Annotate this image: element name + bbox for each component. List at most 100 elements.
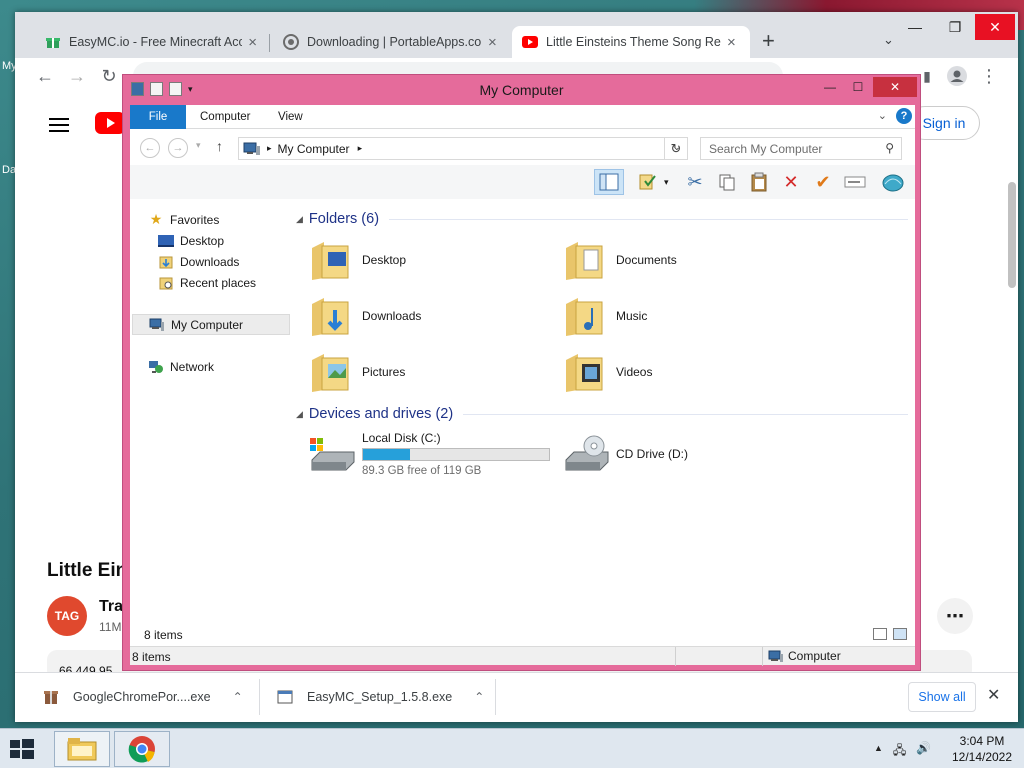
folder-videos[interactable]: Videos	[564, 347, 804, 397]
rename-icon[interactable]	[840, 169, 870, 195]
dropdown-arrow-icon[interactable]: ▾	[664, 177, 669, 188]
taskbar-file-explorer[interactable]	[54, 731, 110, 767]
folder-pictures[interactable]: Pictures	[310, 347, 550, 397]
tab-easymc[interactable]: EasyMC.io - Free Minecraft Acco ×	[35, 26, 267, 58]
folders-group-header[interactable]: ◢ Folders (6)	[296, 209, 908, 229]
cut-icon[interactable]: ✂	[680, 169, 710, 195]
chevron-up-icon[interactable]: ⌃	[474, 690, 484, 704]
tab-search-icon[interactable]: ⌄	[883, 32, 894, 48]
tab-youtube[interactable]: Little Einsteins Theme Song Rem ×	[512, 26, 750, 58]
show-all-button[interactable]: Show all	[908, 682, 976, 712]
details-view-icon[interactable]	[873, 628, 887, 640]
close-window-button[interactable]: ✕	[975, 14, 1015, 40]
explorer-close-button[interactable]: ✕	[873, 77, 917, 97]
chevron-right-icon[interactable]: ▸	[267, 143, 272, 154]
start-button[interactable]	[6, 736, 36, 762]
tab-computer[interactable]: Computer	[186, 105, 265, 129]
youtube-logo[interactable]	[95, 112, 125, 134]
collapse-icon[interactable]: ◢	[296, 409, 303, 420]
tab-title: Little Einsteins Theme Song Rem	[546, 35, 721, 49]
download-separator	[495, 679, 496, 715]
nav-my-computer[interactable]: My Computer	[132, 314, 290, 335]
refresh-icon[interactable]: ↻	[664, 137, 688, 160]
up-arrow-icon[interactable]: ↑	[216, 138, 223, 154]
explorer-title: My Computer	[479, 82, 564, 98]
videos-folder-icon	[564, 350, 608, 394]
search-input[interactable]: Search My Computer ⚲	[700, 137, 902, 160]
explorer-window: ▾ My Computer — ☐ ✕ File Computer View ⌄…	[122, 74, 921, 671]
help-icon[interactable]: ?	[896, 108, 912, 124]
download-separator	[259, 679, 260, 715]
channel-name[interactable]: Tra	[99, 598, 123, 616]
close-tab-icon[interactable]: ×	[488, 34, 497, 51]
back-icon[interactable]: ←	[33, 64, 57, 88]
channel-avatar[interactable]: TAG	[47, 596, 87, 636]
system-clock[interactable]: 3:04 PM 12/14/2022	[950, 733, 1014, 765]
large-icons-view-icon[interactable]	[893, 628, 907, 640]
maximize-button[interactable]: ❐	[935, 14, 975, 40]
desktop-icon	[158, 234, 174, 248]
download-item[interactable]: EasyMC_Setup_1.5.8.exe ⌃	[277, 681, 484, 713]
download-item[interactable]: GoogleChromePor....exe ⌃	[43, 681, 243, 713]
chrome-menu-icon[interactable]: ⋮	[977, 64, 1001, 88]
profile-avatar-icon[interactable]	[945, 64, 969, 88]
close-downloads-icon[interactable]: ✕	[987, 685, 1000, 705]
volume-icon[interactable]: 🔊	[916, 741, 931, 762]
explorer-minimize-button[interactable]: —	[815, 77, 845, 97]
close-tab-icon[interactable]: ×	[248, 34, 257, 51]
clock-time: 3:04 PM	[959, 734, 1005, 748]
address-bar[interactable]: ▸ My Computer ▸ ⌄	[238, 137, 688, 160]
new-tab-button[interactable]: +	[762, 30, 775, 52]
tab-file[interactable]: File	[130, 105, 186, 129]
forward-icon[interactable]: →	[168, 138, 188, 158]
folder-downloads[interactable]: Downloads	[310, 291, 550, 341]
preview-pane-icon[interactable]	[594, 169, 624, 195]
page-scrollbar[interactable]	[1008, 182, 1016, 288]
hard-drive-icon	[308, 434, 356, 474]
recent-locations-icon[interactable]: ▾	[196, 140, 201, 151]
folder-music[interactable]: Music	[564, 291, 804, 341]
tab-view[interactable]: View	[264, 105, 317, 129]
taskbar-chrome[interactable]	[114, 731, 170, 767]
close-tab-icon[interactable]: ×	[727, 34, 736, 51]
nav-favorites[interactable]: ★ Favorites	[148, 209, 306, 230]
navigation-row: ← → ▾ ↑ ▸ My Computer ▸ ⌄ ↻ Search My Co…	[130, 129, 915, 165]
collapse-icon[interactable]: ◢	[296, 214, 303, 225]
show-hidden-icons-icon[interactable]: ▲	[874, 743, 883, 762]
explorer-titlebar[interactable]: ▾ My Computer — ☐ ✕	[123, 75, 920, 105]
downloads-folder-icon	[310, 294, 354, 338]
chevron-up-icon[interactable]: ⌃	[233, 690, 243, 704]
nav-recent-places[interactable]: Recent places	[158, 272, 316, 293]
desktop-icon-label-2[interactable]: Da	[2, 164, 16, 176]
reload-icon[interactable]: ↻	[97, 64, 121, 88]
copy-icon[interactable]	[712, 169, 742, 195]
tab-portableapps[interactable]: Downloading | PortableApps.com ×	[273, 26, 511, 58]
drive-c[interactable]: Local Disk (C:) 89.3 GB free of 119 GB	[308, 429, 550, 479]
nav-network[interactable]: Network	[148, 356, 306, 377]
checklist-icon[interactable]	[633, 169, 663, 195]
shell-icon[interactable]	[878, 169, 908, 195]
nav-desktop[interactable]: Desktop	[158, 230, 316, 251]
nav-downloads[interactable]: Downloads	[158, 251, 316, 272]
navigation-pane: ★ Favorites Desktop Downloads Recent pla…	[130, 199, 290, 624]
back-icon[interactable]: ←	[140, 138, 160, 158]
network-status-icon[interactable]: 🖧	[893, 741, 906, 762]
group-divider	[463, 413, 908, 415]
chevron-right-icon[interactable]: ▸	[358, 143, 363, 154]
minimize-button[interactable]: —	[895, 14, 935, 40]
tab-strip: EasyMC.io - Free Minecraft Acco × Downlo…	[15, 12, 1018, 58]
delete-icon[interactable]: ✕	[776, 169, 806, 195]
more-actions-button[interactable]: ⋯	[937, 598, 973, 634]
select-checkmark-icon[interactable]: ✔	[808, 169, 838, 195]
drive-usage-fill	[363, 449, 410, 460]
hamburger-menu-icon[interactable]	[49, 114, 69, 136]
folder-documents[interactable]: Documents	[564, 235, 804, 285]
devices-group-header[interactable]: ◢ Devices and drives (2)	[296, 404, 908, 424]
drive-d[interactable]: CD Drive (D:)	[562, 429, 688, 479]
folder-desktop[interactable]: Desktop	[310, 235, 550, 285]
explorer-maximize-button[interactable]: ☐	[843, 77, 873, 97]
download-filename: GoogleChromePor....exe	[73, 690, 211, 704]
forward-icon[interactable]: →	[65, 64, 89, 88]
paste-icon[interactable]	[744, 169, 774, 195]
expand-ribbon-icon[interactable]: ⌄	[878, 109, 887, 122]
